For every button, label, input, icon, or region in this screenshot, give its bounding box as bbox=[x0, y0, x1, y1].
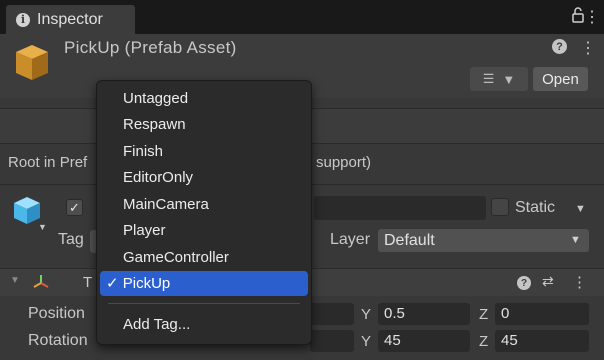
layer-dropdown[interactable]: Default bbox=[378, 229, 589, 252]
rotation-y-field[interactable]: 45 bbox=[378, 330, 470, 352]
chevron-down-icon[interactable]: ▼ bbox=[38, 222, 47, 232]
more-options-icon[interactable]: ⋮ bbox=[584, 7, 600, 27]
more-options-icon[interactable]: ⋮ bbox=[580, 38, 596, 58]
transform-icon bbox=[32, 273, 50, 291]
info-icon: i bbox=[16, 12, 30, 27]
component-title: T bbox=[83, 274, 93, 291]
position-z-axis: Z bbox=[479, 306, 489, 323]
overrides-dropdown[interactable]: ☰ ▼ bbox=[470, 67, 528, 91]
checkmark-icon: ✓ bbox=[106, 275, 123, 292]
position-x-field[interactable] bbox=[310, 303, 354, 325]
rotation-label: Rotation bbox=[28, 332, 88, 349]
help-icon[interactable]: ? bbox=[517, 276, 531, 290]
menu-item-untagged[interactable]: Untagged bbox=[100, 86, 308, 111]
more-options-icon[interactable]: ⋮ bbox=[572, 273, 587, 291]
help-icon[interactable]: ? bbox=[552, 39, 567, 54]
position-label: Position bbox=[28, 305, 85, 322]
rotation-z-field[interactable]: 45 bbox=[495, 330, 589, 352]
static-label: Static bbox=[515, 199, 556, 216]
menu-item-respawn[interactable]: Respawn bbox=[100, 112, 308, 137]
layer-label: Layer bbox=[330, 231, 371, 248]
info-text-left: Root in Pref bbox=[8, 154, 88, 171]
tag-label: Tag bbox=[58, 231, 84, 248]
rotation-y-axis: Y bbox=[361, 333, 372, 350]
rotation-z-axis: Z bbox=[479, 333, 489, 350]
prefab-cube-icon bbox=[12, 42, 52, 82]
menu-item-pickup[interactable]: ✓ PickUp bbox=[100, 271, 308, 296]
active-checkbox[interactable]: ✓ bbox=[66, 199, 83, 216]
menu-separator bbox=[108, 303, 300, 304]
menu-item-finish[interactable]: Finish bbox=[100, 139, 308, 164]
menu-item-maincamera[interactable]: MainCamera bbox=[100, 192, 308, 217]
position-z-field[interactable]: 0 bbox=[495, 303, 589, 325]
presets-icon[interactable]: ⇄ bbox=[542, 273, 554, 290]
chevron-down-icon: ▼ bbox=[570, 234, 581, 246]
lock-icon[interactable] bbox=[572, 7, 584, 28]
position-y-axis: Y bbox=[361, 306, 372, 323]
menu-item-label: PickUp bbox=[122, 275, 171, 292]
name-field[interactable] bbox=[314, 196, 486, 220]
asset-title: PickUp (Prefab Asset) bbox=[64, 38, 237, 57]
position-y-field[interactable]: 0.5 bbox=[378, 303, 470, 325]
chevron-down-icon: ▼ bbox=[502, 71, 516, 87]
rotation-x-field[interactable] bbox=[310, 330, 354, 352]
menu-item-editoronly[interactable]: EditorOnly bbox=[100, 165, 308, 190]
open-button[interactable]: Open bbox=[533, 67, 588, 91]
tab-label: Inspector bbox=[37, 10, 103, 28]
list-icon: ☰ bbox=[482, 71, 495, 86]
foldout-arrow-icon[interactable]: ▼ bbox=[10, 275, 20, 286]
chevron-down-icon[interactable]: ▼ bbox=[575, 203, 586, 215]
static-checkbox[interactable] bbox=[491, 198, 509, 216]
tab-inspector[interactable]: i Inspector bbox=[6, 5, 135, 34]
menu-item-player[interactable]: Player bbox=[100, 218, 308, 243]
info-text-right: support) bbox=[316, 154, 372, 171]
menu-item-add-tag[interactable]: Add Tag... bbox=[100, 312, 308, 337]
menu-item-gamecontroller[interactable]: GameController bbox=[100, 245, 308, 270]
